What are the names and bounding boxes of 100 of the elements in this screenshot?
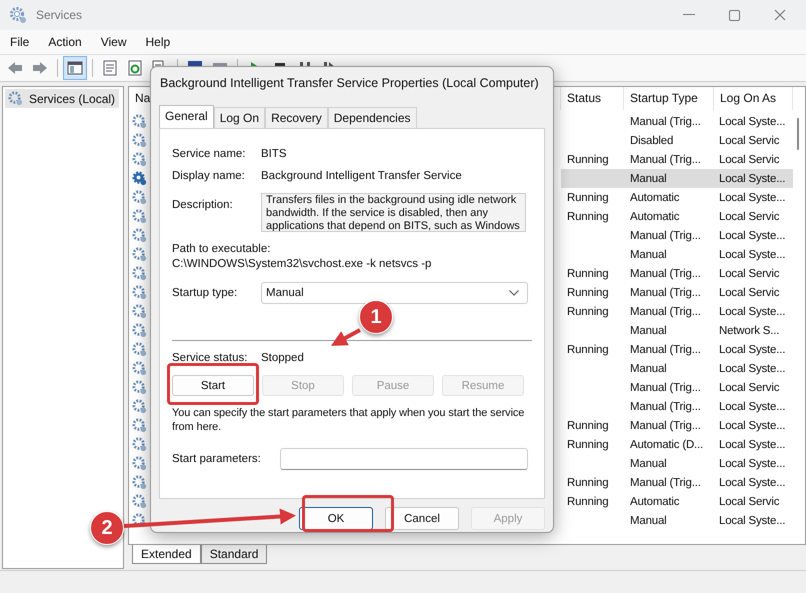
status-text: Running xyxy=(567,286,608,298)
log-on-text: Local Syste... xyxy=(719,420,786,432)
service-row[interactable]: Running Manual (Trig... Local Syste... xyxy=(561,340,793,359)
tree-item[interactable]: Services (Local) xyxy=(5,89,120,108)
startup-type-text: Manual xyxy=(630,458,667,470)
service-row[interactable]: Running Manual (Trig... Local Servic xyxy=(561,150,793,169)
log-on-text: Local Syste... xyxy=(719,438,786,450)
dialog-button[interactable]: Cancel xyxy=(385,507,459,530)
startup-type-text: Manual (Trig... xyxy=(630,420,701,432)
gear-icon xyxy=(131,322,148,339)
menu-item[interactable]: View xyxy=(100,35,126,49)
dialog-tab[interactable]: General xyxy=(159,105,214,128)
service-row[interactable]: Running Automatic Local Servic xyxy=(561,492,793,511)
startup-type-text: Disabled xyxy=(630,134,674,146)
service-row[interactable]: Manual Local Syste... xyxy=(561,359,793,378)
startup-type-text: Manual (Trig... xyxy=(630,230,701,242)
field-label: Path to executable: xyxy=(172,243,272,255)
service-row[interactable]: Manual Local Syste... xyxy=(561,511,793,530)
field-label: Display name: xyxy=(172,170,246,182)
log-on-text: Local Syste... xyxy=(719,306,786,318)
gear-icon xyxy=(131,227,148,244)
field-value: Stopped xyxy=(261,352,304,364)
status-text: Running xyxy=(567,420,608,432)
menu-item[interactable]: Action xyxy=(48,35,82,49)
log-on-text: Local Syste... xyxy=(719,344,786,356)
column-header[interactable]: Status xyxy=(561,87,624,110)
service-row[interactable]: Running Automatic Local Syste... xyxy=(561,188,793,207)
gear-icon xyxy=(131,360,148,377)
gear-icon xyxy=(131,208,148,225)
view-tab[interactable]: Extended xyxy=(132,545,201,564)
startup-type-text: Manual xyxy=(630,248,667,260)
status-text: Running xyxy=(567,154,608,166)
log-on-text: Local Servic xyxy=(719,268,780,280)
minimize-icon[interactable] xyxy=(683,14,695,16)
dialog-tab[interactable]: Dependencies xyxy=(328,107,416,128)
close-icon[interactable] xyxy=(774,9,786,21)
view-tab[interactable]: Standard xyxy=(200,545,268,564)
gear-icon xyxy=(131,113,148,130)
gear-icon xyxy=(131,493,148,510)
start-parameters-field[interactable] xyxy=(280,448,528,470)
gear-icon xyxy=(131,379,148,396)
gear-icon xyxy=(131,170,148,187)
service-row[interactable]: Running Manual (Trig... Local Servic xyxy=(561,264,793,283)
startup-type-dropdown[interactable]: Manual xyxy=(261,282,528,304)
startup-type-text: Manual (Trig... xyxy=(630,268,701,280)
service-row[interactable]: Manual (Trig... Local Servic xyxy=(561,378,793,397)
log-on-text: Local Servic xyxy=(719,210,780,222)
service-row[interactable]: Running Manual (Trig... Local Syste... xyxy=(561,473,793,492)
log-on-text: Local Syste... xyxy=(719,514,786,526)
field-label: Description: xyxy=(172,198,234,211)
arrow xyxy=(330,328,361,346)
field-value: C:\WINDOWS\System32\svchost.exe -k netsvcs -p xyxy=(172,258,432,270)
service-row[interactable]: Manual Local Syste... xyxy=(561,245,793,264)
startup-type-text: Automatic xyxy=(630,210,680,222)
startup-type-text: Manual (Trig... xyxy=(630,476,701,488)
status-text: Running xyxy=(567,268,608,280)
gear-icon xyxy=(131,246,148,263)
gear-icon xyxy=(7,90,24,107)
service-row[interactable]: Manual Local Syste... xyxy=(561,454,793,473)
field-label: Start parameters: xyxy=(172,453,262,465)
service-row[interactable]: Disabled Local Servic xyxy=(561,131,793,150)
startup-type-text: Automatic (D... xyxy=(630,438,704,450)
maximize-icon[interactable] xyxy=(729,10,740,20)
log-on-text: Local Servic xyxy=(719,286,780,298)
log-on-text: Local Servic xyxy=(719,134,780,146)
status-text: Running xyxy=(567,210,608,222)
gear-icon xyxy=(131,189,148,206)
field-label: Service name: xyxy=(172,148,247,160)
startup-type-text: Manual xyxy=(630,514,667,526)
service-row[interactable]: Manual (Trig... Local Syste... xyxy=(561,112,793,131)
menu-item[interactable]: Help xyxy=(146,35,170,49)
service-row[interactable]: Manual (Trig... Local Syste... xyxy=(561,397,793,416)
service-row[interactable]: Running Manual (Trig... Local Servic xyxy=(561,283,793,302)
status-text: Running xyxy=(567,344,608,356)
column-header[interactable]: Startup Type xyxy=(624,87,714,110)
menu-item[interactable]: File xyxy=(10,35,30,49)
console-tree-icon[interactable] xyxy=(64,57,86,79)
startup-type-text: Automatic xyxy=(630,192,680,204)
gear-icon xyxy=(131,132,148,149)
service-row[interactable]: Manual Local Syste... xyxy=(561,169,793,188)
dialog-tab[interactable]: Recovery xyxy=(265,107,328,128)
dialog-button[interactable]: OK xyxy=(299,507,373,530)
log-on-text: Local Syste... xyxy=(719,192,786,204)
service-row[interactable]: Manual Network S... xyxy=(561,321,793,340)
dialog-tab[interactable]: Log On xyxy=(214,107,266,128)
status-text: Running xyxy=(567,438,608,450)
service-row[interactable]: Running Manual (Trig... Local Syste... xyxy=(561,302,793,321)
startup-type-text: Manual xyxy=(630,362,667,374)
scrollbar-thumb[interactable] xyxy=(797,118,799,150)
service-row[interactable]: Running Automatic Local Servic xyxy=(561,207,793,226)
service-control-button[interactable]: Start xyxy=(172,375,254,396)
service-row[interactable]: Manual (Trig... Local Syste... xyxy=(561,226,793,245)
column-header[interactable]: Log On As xyxy=(714,87,793,110)
service-row[interactable]: Running Manual (Trig... Local Syste... xyxy=(561,416,793,435)
gear-icon xyxy=(131,265,148,282)
field-label: Startup type: xyxy=(172,287,238,299)
startup-type-text: Manual (Trig... xyxy=(630,154,701,166)
field-value: BITS xyxy=(261,148,287,160)
service-row[interactable]: Running Automatic (D... Local Syste... xyxy=(561,435,793,454)
startup-type-text: Manual (Trig... xyxy=(630,306,701,318)
